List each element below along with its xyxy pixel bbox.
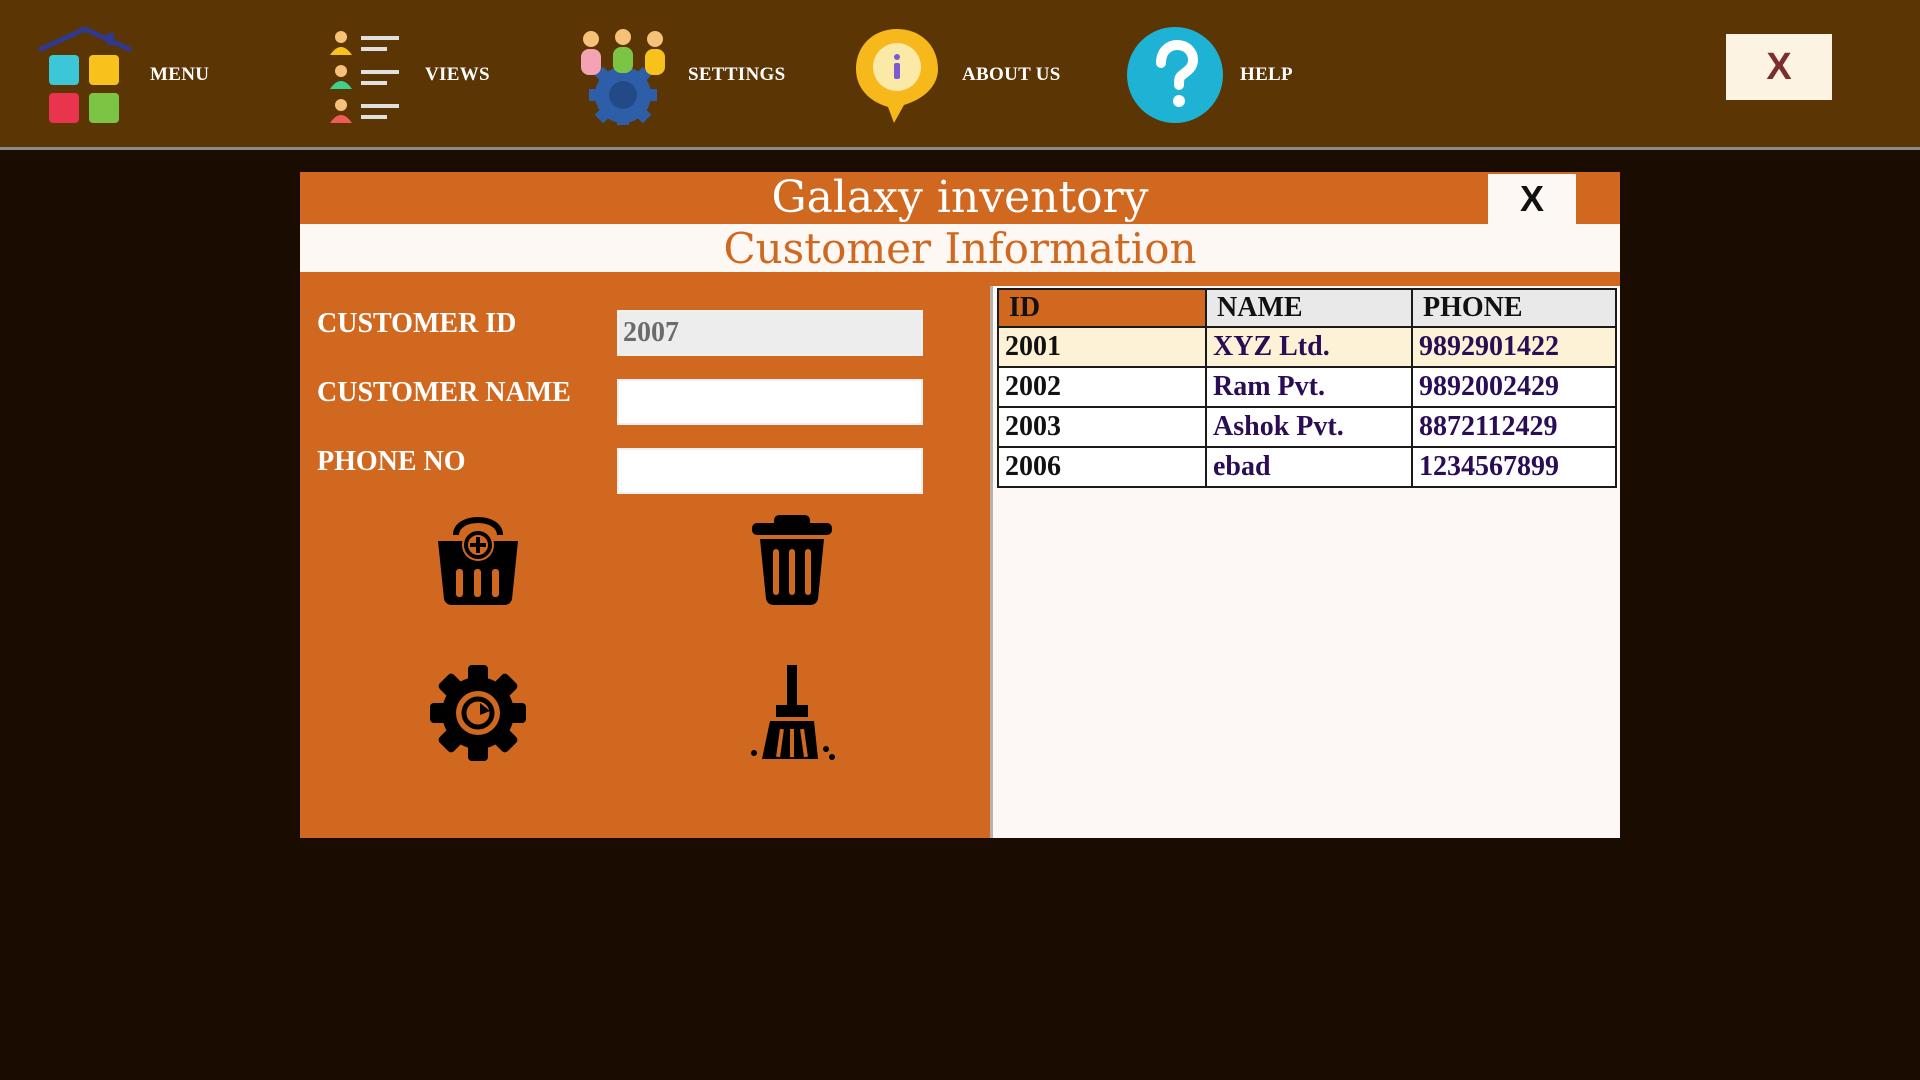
dialog-close-button[interactable]: X (1488, 174, 1576, 224)
gear-icon (430, 665, 526, 761)
customer-name-label: CUSTOMER NAME (317, 377, 571, 408)
views-label: VIEWS (425, 64, 490, 85)
help-label: HELP (1240, 64, 1293, 85)
cell-phone: 9892901422 (1411, 326, 1617, 368)
customer-name-field[interactable] (617, 379, 923, 425)
settings-nav-button[interactable]: SETTINGS (568, 24, 785, 126)
update-customer-button[interactable] (423, 658, 533, 768)
views-nav-button[interactable]: VIEWS (305, 24, 490, 126)
settings-label: SETTINGS (688, 64, 786, 85)
question-icon (1120, 24, 1230, 126)
clear-form-button[interactable] (737, 658, 847, 768)
table-row[interactable]: 2002 Ram Pvt. 9892002429 (997, 366, 1617, 408)
app-close-button[interactable]: X (1726, 34, 1832, 100)
menu-nav-button[interactable]: MENU (30, 24, 209, 126)
help-nav-button[interactable]: HELP (1120, 24, 1293, 126)
top-navigation-bar: MENU VIEWS SETTINGS ABOUT US HELP X (0, 0, 1920, 150)
section-title: Customer Information (723, 224, 1197, 273)
add-basket-icon (438, 517, 518, 605)
table-row[interactable]: 2003 Ashok Pvt. 8872112429 (997, 406, 1617, 448)
dialog-header: Galaxy inventory X (300, 172, 1620, 224)
cell-id: 2006 (997, 446, 1207, 488)
section-header: Customer Information (300, 224, 1620, 276)
phone-no-field[interactable] (617, 448, 923, 494)
customer-dialog: Galaxy inventory X Customer Information … (300, 172, 1620, 838)
customer-table-panel: ID NAME PHONE 2001 XYZ Ltd. 9892901422 2… (990, 286, 1620, 838)
customer-table: ID NAME PHONE 2001 XYZ Ltd. 9892901422 2… (997, 288, 1617, 488)
info-pin-icon (842, 24, 952, 126)
add-customer-button[interactable] (423, 502, 533, 612)
cell-id: 2001 (997, 326, 1207, 368)
table-header-row: ID NAME PHONE (997, 288, 1617, 328)
menu-label: MENU (150, 64, 210, 85)
table-row[interactable]: 2006 ebad 1234567899 (997, 446, 1617, 488)
cell-name: XYZ Ltd. (1205, 326, 1413, 368)
team-gear-icon (568, 24, 678, 126)
column-header-id[interactable]: ID (997, 288, 1207, 328)
cell-phone: 8872112429 (1411, 406, 1617, 448)
delete-customer-button[interactable] (737, 502, 847, 612)
cell-name: ebad (1205, 446, 1413, 488)
cell-name: Ram Pvt. (1205, 366, 1413, 408)
about-us-nav-button[interactable]: ABOUT US (842, 24, 1061, 126)
phone-no-label: PHONE NO (317, 446, 466, 477)
about-us-label: ABOUT US (962, 64, 1061, 85)
cell-name: Ashok Pvt. (1205, 406, 1413, 448)
home-grid-icon (30, 24, 140, 126)
customer-id-field[interactable] (617, 310, 923, 356)
cell-phone: 1234567899 (1411, 446, 1617, 488)
cell-id: 2003 (997, 406, 1207, 448)
column-header-phone[interactable]: PHONE (1411, 288, 1617, 328)
cell-phone: 9892002429 (1411, 366, 1617, 408)
column-header-name[interactable]: NAME (1205, 288, 1413, 328)
trash-icon (752, 515, 832, 605)
list-users-icon (305, 24, 415, 126)
customer-id-label: CUSTOMER ID (317, 308, 517, 339)
broom-icon (751, 665, 835, 760)
table-row[interactable]: 2001 XYZ Ltd. 9892901422 (997, 326, 1617, 368)
dialog-title: Galaxy inventory (771, 172, 1149, 223)
cell-id: 2002 (997, 366, 1207, 408)
